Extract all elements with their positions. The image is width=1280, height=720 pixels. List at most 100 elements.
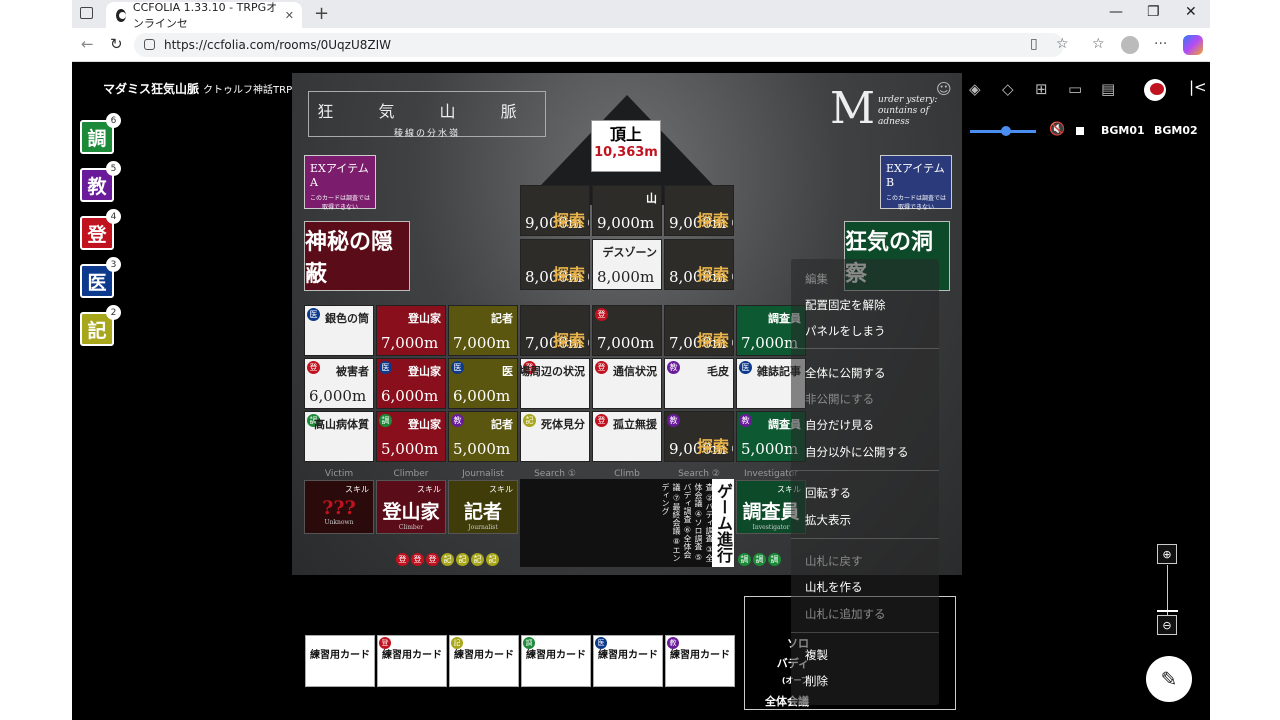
bgm01-button[interactable]: BGM01 — [1101, 124, 1145, 137]
restore-icon[interactable]: ❐ — [1147, 4, 1160, 20]
board-cell[interactable]: 調高山病体質 — [304, 411, 374, 462]
board-cell[interactable]: 8,000m ①探索 — [520, 239, 590, 290]
board-cell[interactable]: デスゾーン 8,000m — [592, 239, 662, 290]
board-cell[interactable]: 調 登山家 5,000m — [376, 411, 446, 462]
role-token-0[interactable]: 調6 — [80, 113, 121, 154]
menu-item[interactable]: 自分以外に公開する — [805, 444, 909, 460]
board-cell[interactable]: 8,000m ②探索 — [664, 239, 734, 290]
board-cell[interactable]: 7,000m ②探索 — [664, 305, 734, 356]
screen-icon[interactable]: ▭ — [1068, 80, 1082, 98]
event-card-left[interactable]: 神秘の隠蔽 — [304, 221, 410, 291]
menu-item[interactable]: 全体に公開する — [805, 365, 886, 381]
practice-card[interactable]: 医練習用カード — [593, 635, 663, 687]
board-cell[interactable]: 教 毛皮 — [664, 358, 734, 409]
practice-card[interactable]: 練習用カード — [305, 635, 375, 687]
board-cell[interactable]: 登現場周辺の状況 — [520, 358, 590, 409]
ex-item-b-card[interactable]: EXアイテムB このカードは調査では取得できない — [880, 155, 952, 211]
tab-actions-icon[interactable] — [80, 7, 93, 19]
role-token[interactable]: 記 — [471, 553, 484, 566]
ex-item-a-card[interactable]: EXアイテムA このカードは調査では取得できない — [304, 155, 376, 211]
room-title[interactable]: マダミス狂気山脈クトゥルフ神話TRPG▼ — [103, 80, 315, 97]
role-token-4[interactable]: 記2 — [80, 305, 121, 346]
profile-avatar[interactable] — [1121, 36, 1139, 54]
board-cell[interactable]: 教 記者 5,000m — [448, 411, 518, 462]
role-token[interactable]: 調 — [753, 553, 766, 566]
menu-item[interactable]: 回転する — [805, 485, 851, 501]
practice-card[interactable]: 調練習用カード — [521, 635, 591, 687]
summit-card[interactable]: 頂上 10,363m — [591, 120, 661, 172]
skill-card-unknown[interactable]: スキル ??? Unknown — [304, 480, 374, 534]
skill-card-journalist[interactable]: スキル 記者 Journalist — [448, 480, 518, 534]
split-screen-icon[interactable]: ▯ — [1030, 36, 1038, 52]
menu-item[interactable]: 拡大表示 — [805, 512, 851, 528]
role-token[interactable]: 記 — [456, 553, 469, 566]
bgm02-button[interactable]: BGM02 — [1154, 124, 1198, 137]
menu-item[interactable]: 自分だけ見る — [805, 417, 874, 433]
role-token-3[interactable]: 医3 — [80, 257, 121, 298]
menu-item[interactable]: 配置固定を解除 — [805, 297, 886, 313]
role-token[interactable]: 登 — [411, 553, 424, 566]
back-icon[interactable]: ← — [81, 35, 94, 53]
board-cell[interactable]: 9,000m ①探索 — [520, 185, 590, 236]
volume-knob[interactable] — [1001, 126, 1011, 136]
menu-item[interactable]: 削除 — [805, 673, 828, 689]
new-tab-icon[interactable]: + — [314, 3, 329, 24]
board-cell[interactable]: 9,000m ②探索 — [664, 185, 734, 236]
board-cell[interactable]: 登孤立無援 — [592, 411, 662, 462]
board-cell[interactable]: 医銀色の筒 — [304, 305, 374, 356]
edit-pen-icon[interactable]: ✎ — [1146, 656, 1192, 702]
board-cell[interactable]: 登 7,000m — [592, 305, 662, 356]
character-icon[interactable]: ☺ — [936, 80, 952, 98]
board-title: 狂 気 山 脈 稜線の分水嶺 — [308, 91, 546, 139]
board-cell[interactable]: 記死体見分 — [520, 411, 590, 462]
board-cell[interactable]: 医 医 6,000m — [448, 358, 518, 409]
board-cell[interactable]: 記者 7,000m — [448, 305, 518, 356]
board-cell[interactable]: 教9,000m ②探索 — [664, 411, 734, 462]
collapse-panel-icon[interactable]: |< — [1189, 78, 1207, 96]
more-menu-icon[interactable]: ··· — [1154, 36, 1167, 52]
role-token-2[interactable]: 登4 — [80, 209, 121, 250]
close-window-icon[interactable]: ✕ — [1185, 4, 1197, 20]
copilot-icon[interactable] — [1183, 35, 1203, 55]
reload-icon[interactable]: ↻ — [110, 35, 123, 53]
minimize-icon[interactable]: — — [1109, 4, 1123, 20]
board-cell[interactable]: 山 9,000m — [592, 185, 662, 236]
role-token[interactable]: 調 — [738, 553, 751, 566]
menu-item[interactable]: パネルをしまう — [805, 323, 886, 339]
role-token-1[interactable]: 教5 — [80, 161, 121, 202]
zoom-out-icon[interactable]: ⊖ — [1157, 615, 1177, 635]
favorites-icon[interactable]: ☆ — [1092, 36, 1105, 52]
scene-icon[interactable]: ▤ — [1101, 80, 1115, 98]
add-panel-icon[interactable]: ⊞ — [1035, 80, 1048, 98]
user-avatar[interactable] — [1144, 79, 1166, 101]
rules-card[interactable]: ゲーム進行 ①ソロ調査 ②バディ調査 ③全体会議 ④ソロ調査 ⑤バディ調査 ⑥全… — [520, 479, 730, 567]
board-cell[interactable]: 医 登山家 6,000m — [376, 358, 446, 409]
browser-tab[interactable]: CCFOLIA 1.33.10 - TRPGオンラインセ ✕ — [106, 1, 302, 30]
favorite-star-icon[interactable]: ☆ — [1056, 36, 1069, 52]
zoom-in-icon[interactable]: ⊕ — [1157, 544, 1177, 564]
board-cell[interactable]: 登 被害者 6,000m — [304, 358, 374, 409]
site-info-icon[interactable] — [144, 39, 155, 50]
practice-card[interactable]: 登練習用カード — [377, 635, 447, 687]
menu-item[interactable]: 複製 — [805, 647, 828, 663]
address-bar[interactable]: https://ccfolia.com/rooms/0UqzU8ZIW — [134, 33, 1064, 57]
board-cell[interactable]: 登山家 7,000m — [376, 305, 446, 356]
stop-icon[interactable] — [1076, 127, 1084, 135]
practice-card[interactable]: 教練習用カード — [665, 635, 735, 687]
role-token[interactable]: 登 — [396, 553, 409, 566]
menu-item[interactable]: 山札を作る — [805, 579, 863, 595]
tab-close-icon[interactable]: ✕ — [285, 9, 294, 22]
skill-card-climber[interactable]: スキル 登山家 Climber — [376, 480, 446, 534]
zoom-handle[interactable] — [1157, 610, 1178, 612]
role-token[interactable]: 記 — [486, 553, 499, 566]
mute-icon[interactable]: 🔇 — [1049, 122, 1065, 137]
role-token[interactable]: 調 — [768, 553, 781, 566]
practice-card[interactable]: 記練習用カード — [449, 635, 519, 687]
zoom-track[interactable] — [1167, 565, 1168, 621]
role-token[interactable]: 記 — [441, 553, 454, 566]
board-cell[interactable]: 7,000m ①探索 — [520, 305, 590, 356]
role-token[interactable]: 登 — [426, 553, 439, 566]
board-cell[interactable]: 登通信状況 — [592, 358, 662, 409]
stack-icon[interactable]: ◇ — [1002, 80, 1014, 98]
layers-icon[interactable]: ◈ — [969, 80, 981, 98]
